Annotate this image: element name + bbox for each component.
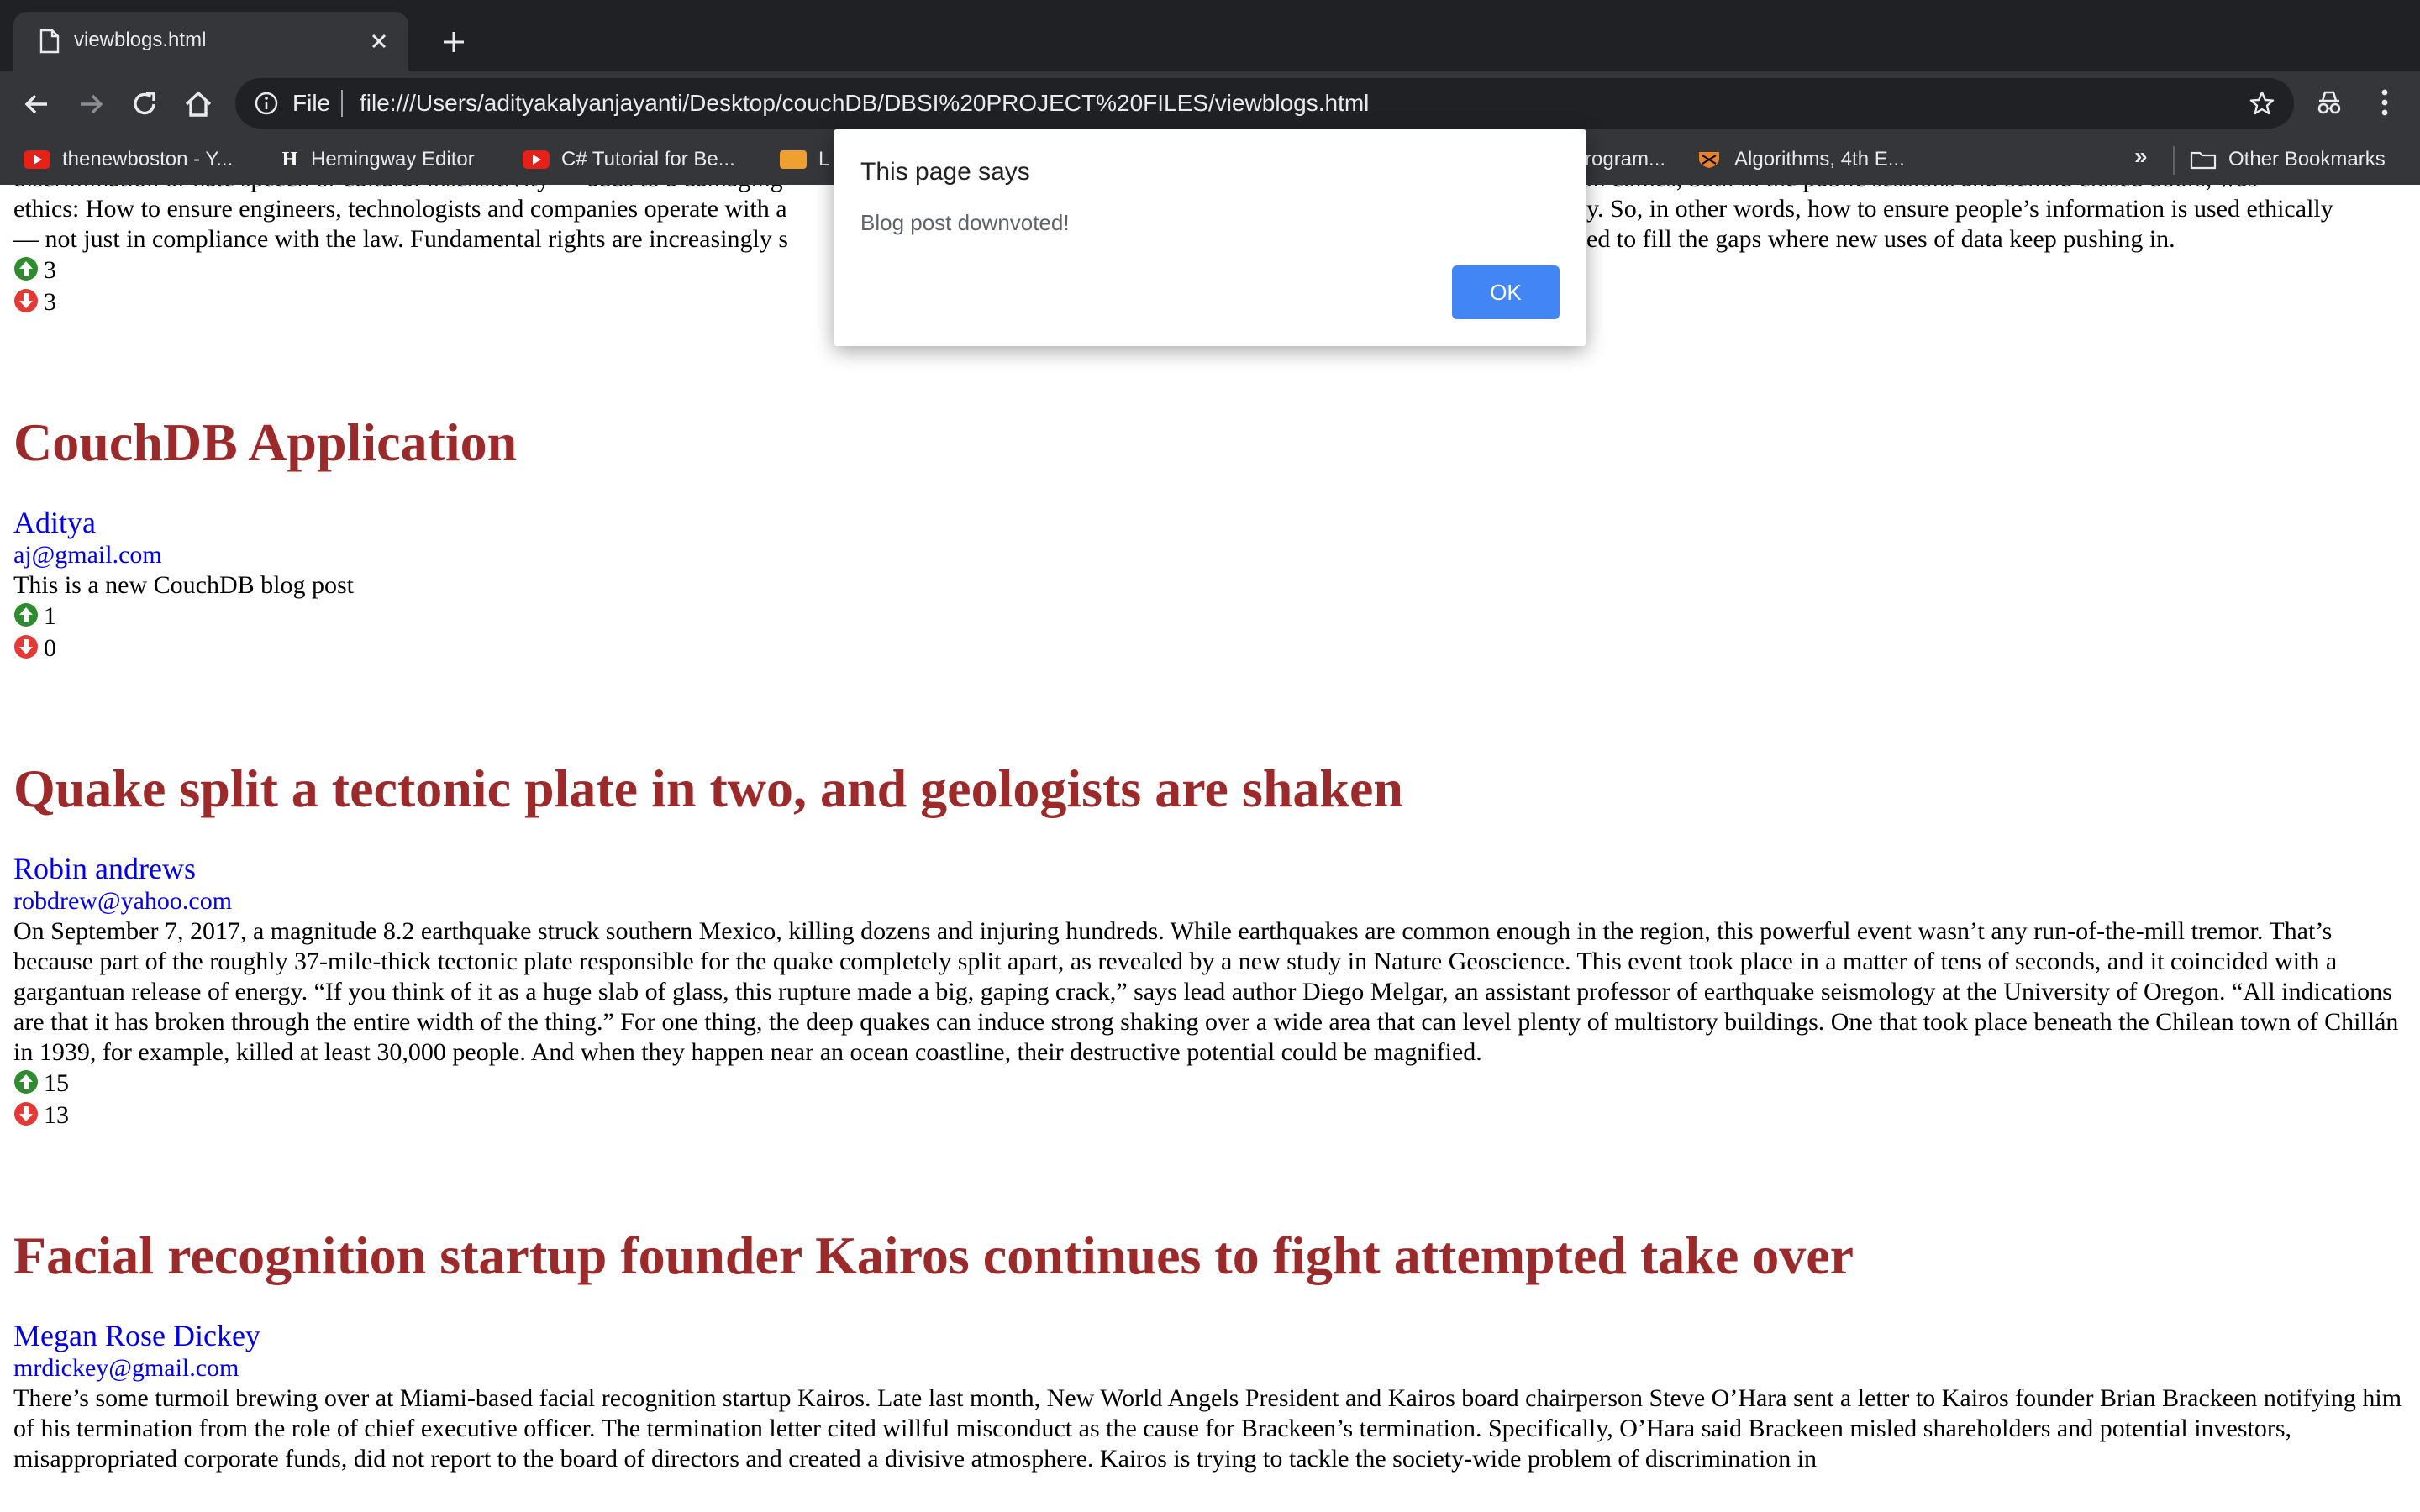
youtube-icon [523,150,550,169]
bookmark-csharp-tutorial[interactable]: C# Tutorial for Be... [523,141,735,178]
bookmark-label: Hemingway Editor [311,148,475,171]
bookmark-l[interactable]: L [780,141,829,178]
alert-dialog: This page says Blog post downvoted! OK [834,129,1586,346]
tab-viewblogs[interactable]: viewblogs.html [13,12,408,71]
post-author[interactable]: Aditya [13,505,2407,540]
bookmarks-overflow-button[interactable]: » [2134,143,2148,170]
post-title: Facial recognition startup founder Kairo… [13,1226,1854,1285]
upvote-icon[interactable] [13,1069,39,1095]
upvote-icon[interactable] [13,602,39,627]
downvote-icon[interactable] [13,634,39,659]
document-icon [39,29,60,54]
bookmark-icon [780,150,807,169]
downvote-row: 0 [13,633,2407,664]
bookmark-label: Algorithms, 4th E... [1734,148,1905,171]
bookmark-algorithms[interactable]: Algorithms, 4th E... [1696,141,1905,178]
tab-title: viewblogs.html [74,29,207,51]
upvote-row: 15 [13,1068,2407,1100]
blog-post: Quake split a tectonic plate in two, and… [13,757,2407,1131]
post-body: On September 7, 2017, a magnitude 8.2 ea… [13,917,2399,1066]
incognito-icon[interactable] [2312,86,2346,119]
post-author[interactable]: Robin andrews [13,851,2407,886]
close-icon[interactable] [365,27,393,55]
upvote-icon[interactable] [13,256,39,281]
post-title: Quake split a tectonic plate in two, and… [13,759,1403,818]
star-icon[interactable] [2249,90,2275,117]
post-email[interactable]: mrdickey@gmail.com [13,1353,2407,1383]
downvote-icon[interactable] [13,288,39,313]
bookmark-label: L [818,148,830,171]
post-email[interactable]: aj@gmail.com [13,540,2407,570]
home-icon[interactable] [180,86,217,123]
bookmark-hemingway[interactable]: H Hemingway Editor [281,141,475,178]
bookmark-label: thenewboston - Y... [62,148,234,171]
alert-title: This page says [860,158,1030,186]
downvote-count: 13 [44,1101,69,1129]
new-tab-icon[interactable] [437,25,471,59]
info-icon[interactable] [254,91,279,116]
other-bookmarks-button[interactable]: Other Bookmarks [2190,141,2386,178]
divider [341,90,343,117]
bookmark-program[interactable]: rogram... [1585,141,1665,178]
bookmark-thenewboston[interactable]: thenewboston - Y... [24,141,233,178]
blog-post: Facial recognition startup founder Kairo… [13,1224,2407,1474]
post-body: There’s some turmoil brewing over at Mia… [13,1384,2402,1473]
post-author[interactable]: Megan Rose Dickey [13,1318,2407,1353]
url-text[interactable]: file:///Users/adityakalyanjayanti/Deskto… [360,90,1369,117]
menu-icon[interactable] [2370,86,2400,119]
forward-icon[interactable] [72,86,109,123]
downvote-row: 13 [13,1100,2407,1131]
folder-icon [2190,151,2217,170]
bookmark-label: C# Tutorial for Be... [561,148,735,171]
upvote-row: 1 [13,601,2407,633]
upvote-count: 1 [44,602,56,630]
alert-message: Blog post downvoted! [860,210,1070,235]
downvote-icon[interactable] [13,1101,39,1126]
post-title: CouchDB Application [13,412,518,472]
bookmark-label: Other Bookmarks [2228,148,2386,171]
divider [2173,146,2175,175]
ok-button[interactable]: OK [1452,265,1560,319]
upvote-count: 15 [44,1069,69,1097]
bookmark-label: rogram... [1585,148,1666,171]
tab-strip: viewblogs.html [0,0,2420,71]
hemingway-icon: H [281,149,298,171]
scheme-label: File [292,90,331,116]
blog-post: CouchDB Application Aditya aj@gmail.com … [13,411,2407,664]
post-body: This is a new CouchDB blog post [13,571,354,599]
downvote-count: 0 [44,634,56,662]
princeton-icon [1699,152,1719,168]
toolbar: File file:///Users/adityakalyanjayanti/D… [0,71,2420,136]
downvote-count: 3 [44,288,56,316]
upvote-count: 3 [44,256,56,284]
reload-icon[interactable] [126,86,163,123]
blog-list: discrimination or hate speech or cultura… [13,164,2407,1474]
back-icon[interactable] [18,86,55,123]
youtube-icon [24,150,50,169]
address-bar[interactable]: File file:///Users/adityakalyanjayanti/D… [235,78,2294,129]
post-email[interactable]: robdrew@yahoo.com [13,886,2407,916]
